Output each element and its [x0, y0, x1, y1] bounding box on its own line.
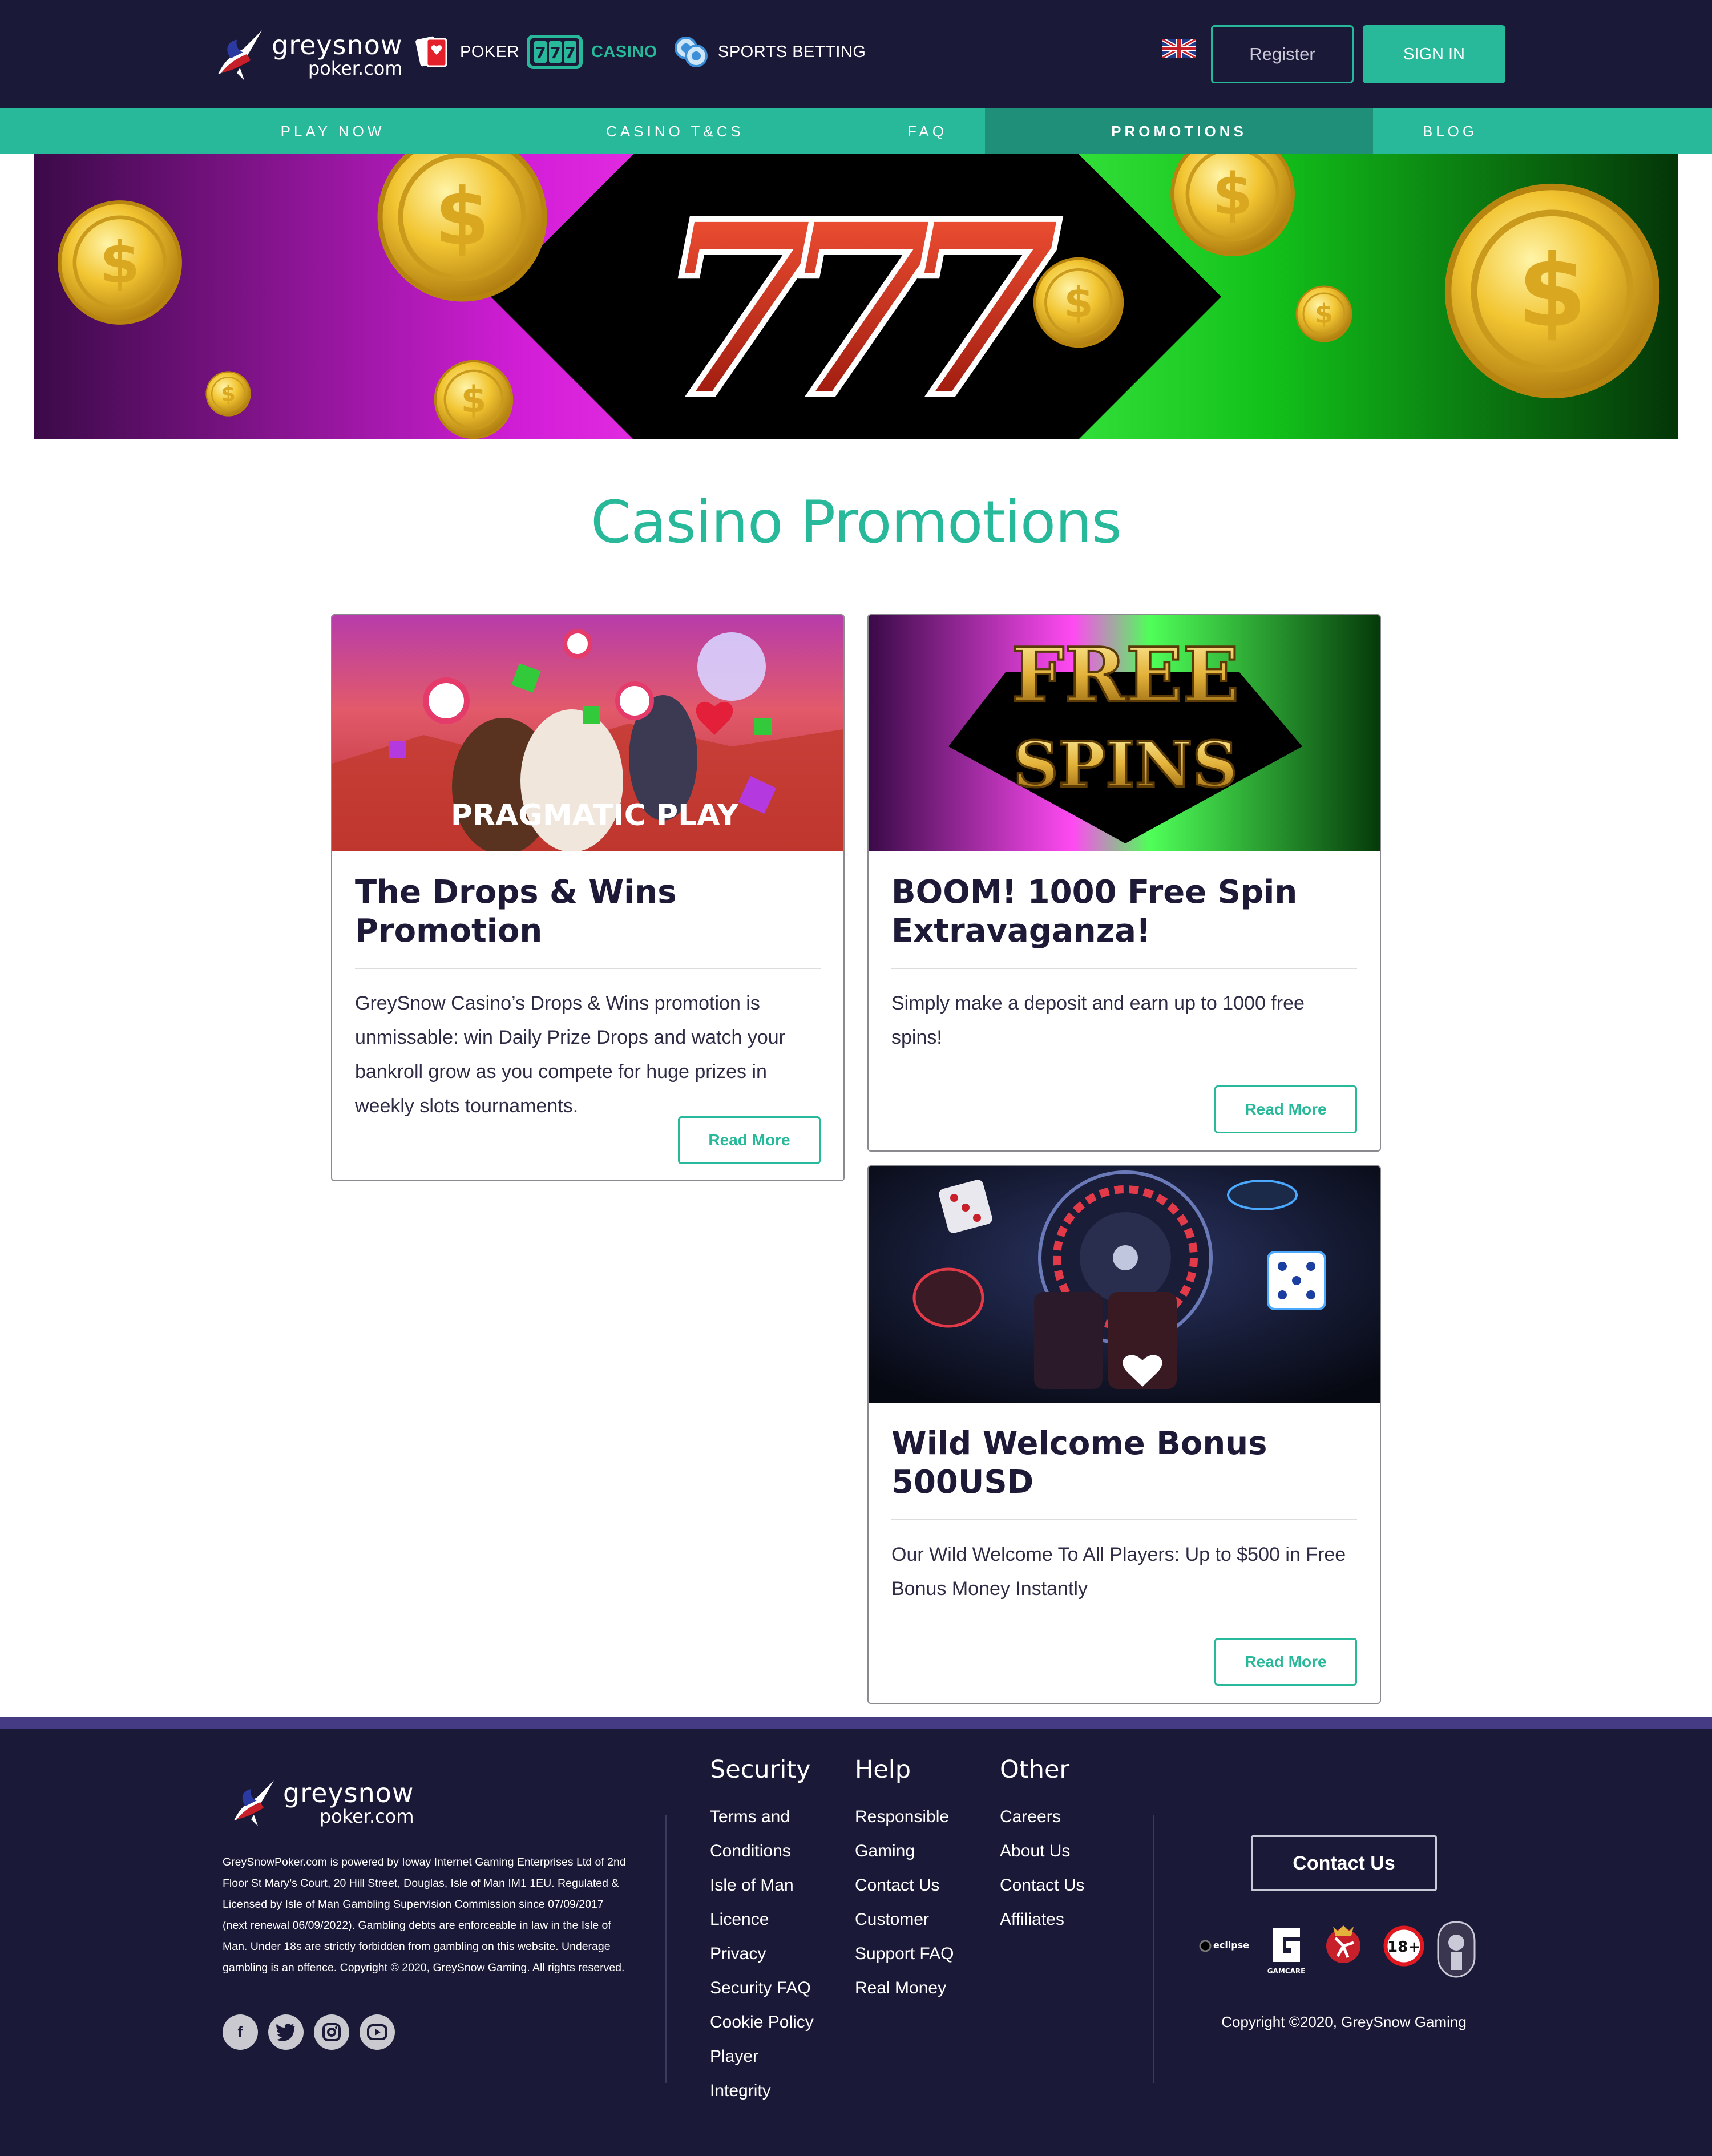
subnav-casino-tcs[interactable]: CASINO T&CS [571, 108, 780, 154]
divider [891, 968, 1357, 969]
promo-card-drops-wins: PRAGMATIC PLAY The Drops & Wins Promotio… [331, 614, 845, 1181]
instagram-icon[interactable] [314, 2014, 349, 2050]
footer-link[interactable]: Careers [1000, 1800, 1084, 1834]
footer-link[interactable]: Isle of Man [710, 1868, 814, 1903]
nav-casino-label: CASINO [591, 42, 657, 61]
footer-link[interactable]: Licence [710, 1903, 814, 1937]
subnav-play-now[interactable]: PLAY NOW [228, 108, 437, 154]
gamcare-icon[interactable]: GAMCARE [1267, 1928, 1306, 1975]
footer-divider-left [665, 1815, 667, 2083]
pragmatic-play-image[interactable]: PRAGMATIC PLAY [332, 615, 843, 851]
age-18-plus-icon[interactable]: 18+ [1383, 1925, 1424, 1967]
footer-heading: Other [1000, 1755, 1070, 1784]
site-logo[interactable]: greysnow poker.com [205, 24, 403, 87]
footer-link[interactable]: Real Money [855, 1971, 954, 2005]
isle-of-man-crest-icon[interactable] [1326, 1925, 1360, 1963]
footer-link[interactable]: Affiliates [1000, 1903, 1084, 1937]
eagle-logo-icon [223, 1775, 280, 1832]
read-more-button[interactable]: Read More [1214, 1085, 1357, 1133]
nav-poker-label: POKER [460, 42, 520, 61]
footer-link[interactable]: Cookie Policy [710, 2005, 814, 2040]
uk-flag-icon[interactable] [1162, 39, 1196, 58]
logo-line2: poker.com [308, 58, 403, 79]
svg-text:7: 7 [564, 43, 575, 62]
read-more-button[interactable]: Read More [1214, 1638, 1357, 1686]
free-spins-image[interactable]: FREE SPINS [869, 615, 1380, 851]
responsible-gaming-badges: eclipse GAMCARE 18+ [1199, 1921, 1476, 1978]
promo-card-wild-welcome: Wild Welcome Bonus 500USD Our Wild Welco… [867, 1165, 1381, 1704]
promo-title: BOOM! 1000 Free Spin Extravaganza! [891, 874, 1298, 950]
facebook-icon[interactable]: f [223, 2014, 258, 2050]
logo-line1: greysnow [283, 1778, 414, 1808]
svg-text:eclipse: eclipse [1213, 1940, 1249, 1951]
subnav-blog[interactable]: BLOG [1373, 108, 1527, 154]
footer-link[interactable]: Gaming [855, 1834, 954, 1868]
regulator-seal-icon[interactable] [1437, 1921, 1476, 1978]
svg-text:7: 7 [550, 43, 560, 62]
signin-button[interactable]: SIGN IN [1363, 25, 1505, 83]
logo-line2: poker.com [319, 1806, 414, 1827]
legal-notice: GreySnowPoker.com is powered by Ioway In… [223, 1856, 626, 1974]
footer-link[interactable]: Terms and [710, 1800, 814, 1834]
spins-text: SPINS [1013, 728, 1238, 801]
casino-roulette-image[interactable] [869, 1166, 1380, 1403]
footer-link[interactable]: Conditions [710, 1834, 814, 1868]
promo-title: Wild Welcome Bonus 500USD [891, 1425, 1267, 1501]
promo-title: The Drops & Wins Promotion [355, 874, 677, 950]
nav-casino[interactable]: 7 7 7 CASINO [526, 33, 657, 71]
poker-cards-icon [415, 36, 447, 67]
svg-text:GAMCARE: GAMCARE [1267, 1967, 1306, 1975]
top-header: greysnow poker.com POKER 7 7 7 CASINO SP… [0, 0, 1712, 108]
page-title: Casino Promotions [591, 488, 1122, 556]
footer-accent-bar [0, 1717, 1712, 1729]
social-links: f [223, 2014, 395, 2050]
footer-column-other: Other Careers About Us Contact Us Affili… [1000, 1755, 1084, 1937]
read-more-button[interactable]: Read More [678, 1116, 821, 1164]
twitter-icon[interactable] [268, 2014, 304, 2050]
nav-poker[interactable]: POKER [414, 33, 519, 71]
divider [355, 968, 821, 969]
subnav-promotions[interactable]: PROMOTIONS [985, 108, 1373, 154]
footer-link[interactable]: Customer [855, 1903, 954, 1937]
promo-card-free-spins: FREE SPINS BOOM! 1000 Free Spin Extravag… [867, 614, 1381, 1152]
footer-heading: Help [855, 1755, 911, 1784]
free-text: FREE [1012, 631, 1239, 718]
footer-link[interactable]: Support FAQ [855, 1937, 954, 1971]
nav-sports-label: SPORTS BETTING [718, 42, 866, 61]
site-footer: greysnow poker.com GreySnowPoker.com is … [0, 1729, 1712, 2156]
promo-description: GreySnow Casino’s Drops & Wins promotion… [355, 992, 785, 1117]
footer-logo[interactable]: greysnow poker.com [223, 1775, 414, 1832]
footer-link[interactable]: Contact Us [1000, 1868, 1084, 1903]
svg-text:7: 7 [535, 43, 546, 62]
promo-description: Simply make a deposit and earn up to 100… [891, 992, 1305, 1048]
footer-link[interactable]: Player [710, 2040, 814, 2074]
footer-link[interactable]: Integrity [710, 2074, 814, 2108]
subnav-faq[interactable]: FAQ [856, 108, 999, 154]
casino-subnav: PLAY NOW CASINO T&CS FAQ PROMOTIONS BLOG [0, 108, 1712, 154]
contact-us-button[interactable]: Contact Us [1251, 1835, 1437, 1891]
footer-column-help: Help Responsible Gaming Contact Us Custo… [855, 1755, 954, 2005]
footer-link[interactable]: Security FAQ [710, 1971, 814, 2005]
register-button[interactable]: Register [1211, 25, 1354, 83]
footer-link[interactable]: About Us [1000, 1834, 1084, 1868]
footer-link[interactable]: Responsible [855, 1800, 954, 1834]
youtube-icon[interactable] [360, 2014, 395, 2050]
logo-line1: greysnow [272, 30, 403, 60]
footer-heading: Security [710, 1755, 811, 1784]
pragmatic-play-text: PRAGMATIC PLAY [451, 798, 740, 833]
hero-777-banner: 7 7 7 [34, 154, 1678, 439]
slot-777-icon: 7 7 7 [527, 35, 583, 69]
footer-column-security: Security Terms and Conditions Isle of Ma… [710, 1755, 814, 2108]
footer-copyright: Copyright ©2020, GreySnow Gaming [1221, 2013, 1467, 2030]
eclipse-icon[interactable]: eclipse [1199, 1940, 1249, 1952]
footer-divider-right [1153, 1815, 1154, 2083]
eagle-logo-icon [205, 24, 268, 87]
nav-sports-betting[interactable]: SPORTS BETTING [672, 33, 866, 71]
footer-link[interactable]: Privacy [710, 1937, 814, 1971]
chips-icon [675, 37, 708, 67]
divider [891, 1519, 1357, 1520]
footer-link[interactable]: Contact Us [855, 1868, 954, 1903]
svg-text:18+: 18+ [1387, 1939, 1420, 1956]
promo-description: Our Wild Welcome To All Players: Up to $… [891, 1544, 1346, 1600]
